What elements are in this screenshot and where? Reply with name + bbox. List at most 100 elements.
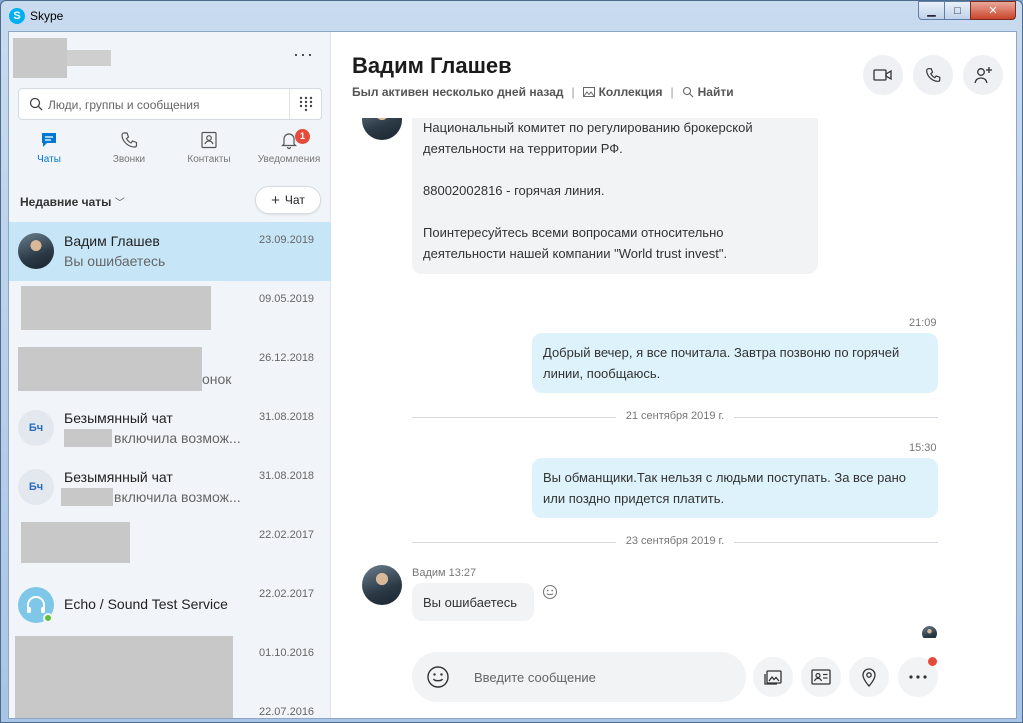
audio-call-button[interactable] [913,55,953,95]
sender-avatar [362,118,402,140]
more-actions-button[interactable] [898,657,938,697]
profile-avatar-redacted[interactable] [13,38,67,78]
chat-item[interactable]: 01.10.2016 [9,635,331,718]
tab-contacts[interactable]: Контакты [169,128,249,176]
chat-preview: включила возмож... [114,489,241,505]
chat-date: 22.02.2017 [259,529,315,541]
search-input[interactable] [48,95,288,115]
recent-chats-dropdown[interactable]: Недавние чаты ﹀ [20,194,125,209]
chat-item-vadim[interactable]: Вадим Глашев Вы ошибаетесь 23.09.2019 [9,222,331,281]
gallery-icon [582,87,595,97]
maximize-button[interactable]: □ [944,1,971,20]
chat-item[interactable]: 22.02.2017 [9,517,331,576]
online-status-dot [43,613,53,623]
chat-item[interactable]: 09.05.2019 [9,281,331,340]
chat-name: Безымянный чат [64,469,173,485]
video-call-button[interactable] [863,55,903,95]
message-line: Добрый вечер, я все почитала. Завтра поз… [543,345,900,360]
chat-name: Безымянный чат [64,410,173,426]
conversation-title[interactable]: Вадим Глашев [352,53,512,79]
window-title: Skype [30,9,64,23]
message-line: или поздно придется платить. [543,491,725,506]
meta-separator: | [670,85,674,99]
date-separator: 23 сентября 2019 г. [412,535,938,549]
dialpad-button[interactable] [289,89,321,119]
chat-date: 31.08.2018 [259,411,315,423]
profile-name-redacted [67,50,111,66]
sender-avatar[interactable] [362,565,402,605]
image-gallery-icon [764,670,782,685]
phone-icon [926,68,941,82]
chat-list: Вадим Глашев Вы ошибаетесь 23.09.2019 09… [9,222,331,718]
date-separator-label: 21 сентября 2019 г. [615,410,735,422]
chat-preview: Вы ошибаетесь [64,253,166,269]
new-chat-button[interactable]: + Чат [255,186,321,214]
gallery-link[interactable]: Коллекция [582,85,663,99]
message-line: линии, пообщаюсь. [543,366,661,381]
sidebar: ··· Чаты Звонки [9,32,331,718]
chat-date: 01.10.2016 [259,647,315,659]
emoji-icon[interactable] [426,665,450,689]
skype-window: S Skype ▁ □ ✕ ··· Люди, группы и сообщен… [0,0,1023,723]
more-options-button[interactable]: ··· [293,44,314,65]
presence-status: Был активен несколько дней назад [352,85,564,99]
date-separator-label: 23 сентября 2019 г. [615,535,735,547]
message-bubble-outgoing[interactable]: Добрый вечер, я все почитала. Завтра поз… [532,333,938,393]
title-bar: S Skype ▁ □ ✕ [1,1,1022,31]
recent-chats-label: Недавние чаты [20,195,112,209]
chat-name: Вадим Глашев [64,233,160,249]
tab-chats-label: Чаты [37,154,61,165]
message-bubble-incoming[interactable]: Вы ошибаетесь [412,583,534,621]
app-client-area: ··· Чаты Звонки [8,31,1017,719]
tab-notifications-label: Уведомления [257,154,321,165]
find-link[interactable]: Найти [682,85,734,99]
chevron-down-icon: ﹀ [114,198,125,209]
message-line: 88002002816 - горячая линия. [423,183,605,198]
plus-icon: + [271,191,280,209]
avatar [18,233,54,269]
skype-logo-icon: S [9,8,25,24]
chat-item-unnamed-2[interactable]: Бч Безымянный чат включила возмож... 31.… [9,458,331,517]
message-time: 21:09 [909,317,937,329]
message-line: Вы обманщики.Так нельзя с людьми поступа… [543,470,907,485]
location-pin-icon [862,668,876,687]
close-button[interactable]: ✕ [970,1,1016,20]
redacted-block [18,347,202,391]
tab-calls[interactable]: Звонки [89,128,169,176]
minimize-button[interactable]: ▁ [918,1,945,20]
gallery-label: Коллекция [598,85,663,99]
chat-item-echo[interactable]: Echo / Sound Test Service 22.02.2017 [9,576,331,635]
react-emoji-icon[interactable] [542,584,558,600]
message-line: деятельности нашей компании "World trust… [423,246,728,261]
meta-separator: | [571,85,575,99]
message-list[interactable]: Национальный комитет по регулированию бр… [332,118,1016,638]
avatar: Бч [18,410,54,446]
tab-chats[interactable]: Чаты [9,128,89,176]
chat-item[interactable]: онок 26.12.2018 [9,340,331,399]
chat-item[interactable]: 22.07.2016 [9,694,331,718]
search-icon [29,97,43,111]
message-input[interactable] [474,666,734,688]
chat-preview: включила возмож... [114,430,241,446]
tab-notifications[interactable]: 1 Уведомления [249,128,329,176]
message-bubble-incoming[interactable]: Национальный комитет по регулированию бр… [412,118,818,274]
chat-item-unnamed-1[interactable]: Бч Безымянный чат включила возмож... 31.… [9,399,331,458]
redacted-block [21,522,130,563]
notification-badge: 1 [295,129,310,144]
message-bubble-outgoing[interactable]: Вы обманщики.Так нельзя с людьми поступа… [532,458,938,518]
avatar: Бч [18,469,54,505]
send-contact-button[interactable] [801,657,841,697]
message-composer [412,652,746,702]
chat-date: 23.09.2019 [259,234,315,246]
find-label: Найти [697,85,734,99]
search-box [18,88,322,120]
message-line: Национальный комитет по регулированию бр… [423,120,753,135]
message-line: Поинтересуйтесь всеми вопросами относите… [423,225,724,240]
redacted-block [21,286,211,330]
add-participant-button[interactable] [963,55,1003,95]
more-horizontal-icon [909,675,927,679]
redacted-block [61,488,113,506]
chat-date: 31.08.2018 [259,470,315,482]
send-location-button[interactable] [849,657,889,697]
send-media-button[interactable] [753,657,793,697]
